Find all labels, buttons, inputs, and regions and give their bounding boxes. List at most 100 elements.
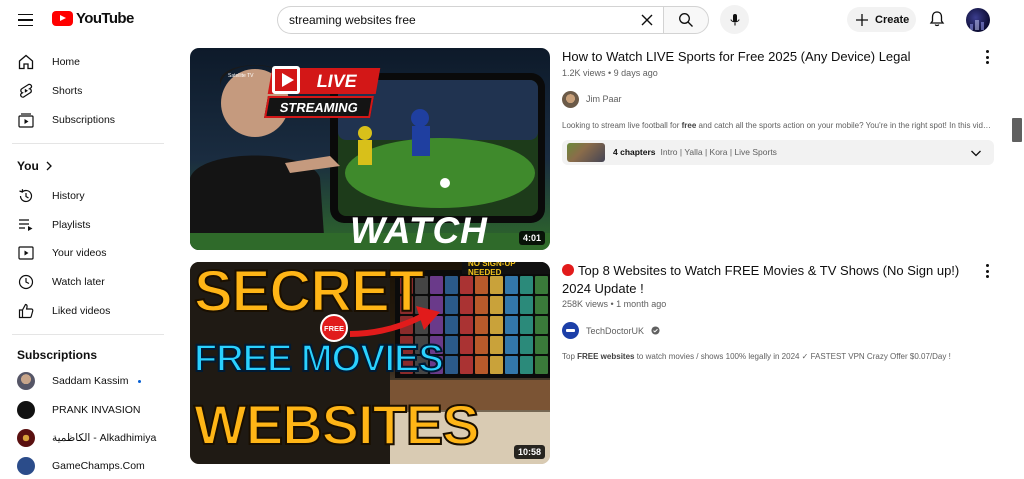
video-title-line2: 2024 Update ! — [562, 280, 644, 296]
movie-poster-tile — [445, 336, 458, 354]
chevron-down-icon[interactable] — [970, 147, 982, 159]
sidebar-divider — [12, 143, 164, 144]
account-avatar[interactable] — [966, 8, 990, 32]
thumbnail-no-signup-text: NO SIGN-UP NEEDED — [468, 262, 516, 277]
chapters-count: 4 chapters — [613, 147, 656, 157]
sidebar-item-shorts[interactable]: Shorts — [6, 78, 166, 104]
movie-poster-tile — [445, 316, 458, 334]
channel-avatar — [17, 429, 35, 447]
you-section-heading[interactable]: You — [17, 159, 53, 173]
sidebar-item-label: GameChamps.Com — [52, 460, 145, 472]
video-title[interactable]: Top 8 Websites to Watch FREE Movies & TV… — [562, 262, 994, 297]
subscriptions-section-heading: Subscriptions — [17, 348, 97, 362]
sidebar-item-liked-videos[interactable]: Liked videos — [6, 298, 166, 324]
channel-link[interactable]: Jim Paar — [562, 90, 994, 108]
plus-icon — [856, 13, 868, 26]
sidebar-item-label: Your videos — [52, 247, 107, 259]
movie-poster-tile — [535, 316, 548, 334]
movie-poster-tile — [430, 276, 443, 294]
channel-avatar — [562, 90, 579, 108]
movie-poster-tile — [475, 336, 488, 354]
movie-poster-tile — [460, 356, 473, 374]
desc-text: and catch all the sports action on your … — [698, 120, 994, 130]
avatar-image — [970, 20, 984, 30]
desc-text: Top — [562, 352, 578, 361]
subscription-alkadhimiya[interactable]: الكاظمية - Alkadhimiya — [6, 425, 166, 451]
sidebar-item-label: الكاظمية - Alkadhimiya — [52, 432, 157, 444]
voice-search-button[interactable] — [720, 5, 749, 34]
sidebar-item-label: History — [52, 190, 85, 202]
movie-poster-tile — [505, 296, 518, 314]
youtube-logo[interactable]: YouTube — [52, 10, 134, 27]
thumbs-up-icon — [18, 303, 34, 319]
sidebar-item-label: Liked videos — [52, 305, 111, 317]
search-button[interactable] — [663, 6, 709, 34]
subscriptions-heading-text: Subscriptions — [17, 348, 98, 362]
playlists-icon — [19, 219, 33, 231]
verified-badge-icon — [651, 326, 660, 335]
desc-highlight: FREE websites — [577, 352, 635, 361]
video-title-line1: Top 8 Websites to Watch FREE Movies & TV… — [578, 263, 960, 278]
video-thumbnail[interactable]: LIVE STREAMING Satellite TV WATCH 4:01 — [190, 48, 550, 250]
video-title[interactable]: How to Watch LIVE Sports for Free 2025 (… — [562, 48, 994, 66]
thumbnail-streaming-text: STREAMING — [278, 99, 360, 115]
sidebar-item-history[interactable]: History — [6, 183, 166, 209]
red-circle-emoji-icon — [562, 264, 574, 276]
more-actions-icon[interactable] — [980, 262, 994, 280]
subscription-saddam-kassim[interactable]: Saddam Kassim — [6, 368, 166, 394]
sidebar-item-watch-later[interactable]: Watch later — [6, 269, 166, 295]
top-bar: YouTube streaming websites free Create — [0, 0, 1024, 40]
thumbnail-websites-text: WEBSITES — [193, 392, 480, 457]
desc-text: Looking to stream live football for — [562, 120, 682, 130]
movie-poster-tile — [535, 356, 548, 374]
create-button[interactable]: Create — [847, 7, 916, 32]
sidebar-item-home[interactable]: Home — [6, 49, 166, 75]
search-input[interactable]: streaming websites free — [277, 6, 663, 34]
history-icon — [19, 189, 33, 203]
channel-avatar — [17, 401, 35, 419]
movie-poster-tile — [505, 316, 518, 334]
subscription-gamechamps[interactable]: GameChamps.Com — [6, 453, 166, 479]
chapters-panel[interactable]: 4 chapters Intro | Yalla | Kora | Live S… — [562, 139, 994, 165]
thumbnail-tag-text: Satellite TV — [228, 73, 254, 79]
movie-poster-tile — [475, 356, 488, 374]
youtube-play-icon — [52, 11, 73, 26]
sidebar-item-playlists[interactable]: Playlists — [6, 212, 166, 238]
movie-poster-tile — [535, 336, 548, 354]
movie-poster-tile — [460, 336, 473, 354]
movie-poster-tile — [460, 296, 473, 314]
thumbnail-watch-text: WATCH — [350, 210, 488, 250]
movie-poster-tile — [445, 276, 458, 294]
video-description: Top FREE websites to watch movies / show… — [562, 352, 994, 361]
more-actions-icon[interactable] — [980, 48, 994, 66]
clear-search-icon[interactable] — [639, 12, 655, 28]
movie-poster-tile — [475, 316, 488, 334]
sidebar-item-subscriptions[interactable]: Subscriptions — [6, 107, 166, 133]
channel-name: Jim Paar — [586, 94, 622, 104]
video-duration: 4:01 — [518, 231, 545, 245]
play-icon — [272, 66, 300, 94]
movie-poster-tile — [475, 276, 488, 294]
notifications-bell-icon[interactable] — [927, 9, 947, 29]
movie-poster-tile — [460, 316, 473, 334]
movie-poster-tile — [445, 296, 458, 314]
video-thumbnail[interactable]: NO SIGN-UP NEEDED SECRET FREE MOVIES WEB… — [190, 262, 550, 464]
video-info: How to Watch LIVE Sports for Free 2025 (… — [562, 48, 994, 165]
sidebar-item-label: Shorts — [52, 85, 83, 97]
scrollbar-thumb[interactable] — [1012, 118, 1022, 142]
movie-poster-tile — [445, 356, 458, 374]
search-query-text: streaming websites free — [289, 13, 416, 27]
you-heading-text: You — [17, 159, 39, 173]
movie-poster-tile — [505, 336, 518, 354]
your-videos-icon — [18, 246, 34, 260]
search-bar: streaming websites free — [277, 6, 709, 34]
channel-link[interactable]: TechDoctorUK — [562, 322, 994, 339]
desc-highlight: free — [681, 120, 697, 130]
subscription-prank-invasion[interactable]: PRANK INVASION — [6, 397, 166, 423]
sidebar-item-label: PRANK INVASION — [52, 404, 141, 416]
movie-poster-tile — [490, 276, 503, 294]
menu-icon[interactable] — [14, 8, 38, 32]
sidebar-item-your-videos[interactable]: Your videos — [6, 240, 166, 266]
video-meta: 1.2K views • 9 days ago — [562, 67, 658, 78]
search-icon — [679, 13, 693, 27]
